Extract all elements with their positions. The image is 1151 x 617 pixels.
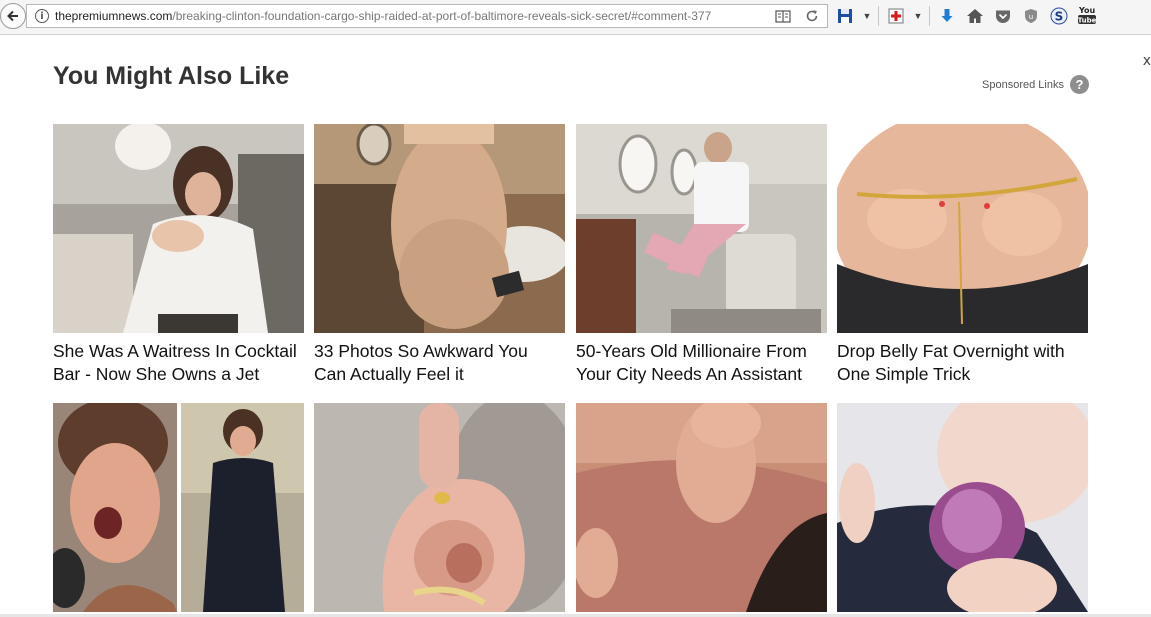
sponsored-links[interactable]: Sponsored Links ? [982,75,1089,94]
recommendation-card[interactable]: 50-Years Old Millionaire From Your City … [576,124,827,386]
first-aid-button[interactable] [885,5,907,27]
ublock-shield-icon: u [1025,9,1037,23]
recommendation-card[interactable] [314,403,565,612]
home-icon [967,9,983,23]
section-heading: You Might Also Like [53,62,290,90]
save-button[interactable] [834,5,856,27]
browser-toolbar: i thepremiumnews.com/breaking-clinton-fo… [0,0,1151,35]
url-text[interactable]: thepremiumnews.com/breaking-clinton-foun… [55,9,775,23]
recommendation-card[interactable] [576,403,827,612]
pocket-button[interactable] [992,5,1014,27]
recommendation-card[interactable]: She Was A Waitress In Cocktail Bar - Now… [53,124,304,386]
recommendation-card[interactable] [53,403,304,612]
help-icon[interactable]: ? [1070,75,1089,94]
card-title-line: One Simple Trick [837,364,971,384]
url-path: /breaking-clinton-foundation-cargo-ship-… [172,9,712,23]
toolbar-separator [878,6,879,26]
toolbar-separator [929,6,930,26]
info-icon[interactable]: i [35,9,49,23]
pocket-icon [996,10,1010,23]
card-title-line: Your City Needs An Assistant [576,364,803,384]
youtube-button[interactable]: You Tube [1076,5,1098,27]
card-title-line: She Was A Waitress In Cocktail [53,341,297,361]
svg-text:Tube: Tube [1078,17,1097,25]
ear-drops-image[interactable] [314,403,565,612]
card-title[interactable]: 33 Photos So Awkward You Can Actually Fe… [314,340,565,386]
downloads-button[interactable] [936,5,958,27]
card-title[interactable]: She Was A Waitress In Cocktail Bar - Now… [53,340,304,386]
card-title-line: Drop Belly Fat Overnight with [837,341,1065,361]
save-disk-icon [838,9,852,23]
first-aid-icon [888,8,904,24]
svg-text:You: You [1078,6,1096,15]
card-title-line: Bar - Now She Owns a Jet [53,364,260,384]
home-button[interactable] [964,5,986,27]
singer-before-after-image[interactable] [53,403,304,612]
s-extension-icon: S [1050,7,1068,25]
youtube-icon: You Tube [1078,6,1097,25]
onion-on-foot-image[interactable] [837,403,1088,612]
belly-measuring-tape-image[interactable] [837,124,1088,333]
card-title-line: 50-Years Old Millionaire From [576,341,807,361]
woman-in-bathroom-image[interactable] [314,124,565,333]
download-arrow-icon [941,9,953,22]
svg-text:S: S [1055,10,1064,24]
woman-on-private-jet-image[interactable] [53,124,304,333]
pinched-skin-image[interactable] [576,403,827,612]
card-title[interactable]: Drop Belly Fat Overnight with One Simple… [837,340,1088,386]
man-on-private-jet-image[interactable] [576,124,827,333]
card-title[interactable]: 50-Years Old Millionaire From Your City … [576,340,827,386]
url-domain: thepremiumnews.com [55,9,173,23]
close-icon[interactable]: x [1143,53,1151,69]
back-arrow-icon [7,10,18,22]
url-bar[interactable]: i thepremiumnews.com/breaking-clinton-fo… [26,4,828,28]
s-extension-button[interactable]: S [1048,5,1070,27]
card-title-line: Can Actually Feel it [314,364,464,384]
svg-text:u: u [1029,13,1033,21]
chevron-down-icon[interactable]: ▼ [862,5,872,27]
recommendation-card[interactable] [837,403,1088,612]
card-title-line: 33 Photos So Awkward You [314,341,528,361]
ublock-button[interactable]: u [1020,5,1042,27]
reload-icon[interactable] [805,9,819,23]
sponsored-label[interactable]: Sponsored Links [982,79,1064,91]
reader-view-icon[interactable] [775,9,791,23]
page-content: You Might Also Like x Sponsored Links ? … [0,35,1151,617]
recommendation-card[interactable]: Drop Belly Fat Overnight with One Simple… [837,124,1088,386]
chevron-down-icon[interactable]: ▼ [913,5,923,27]
back-button[interactable] [0,3,26,29]
recommendation-card[interactable]: 33 Photos So Awkward You Can Actually Fe… [314,124,565,386]
